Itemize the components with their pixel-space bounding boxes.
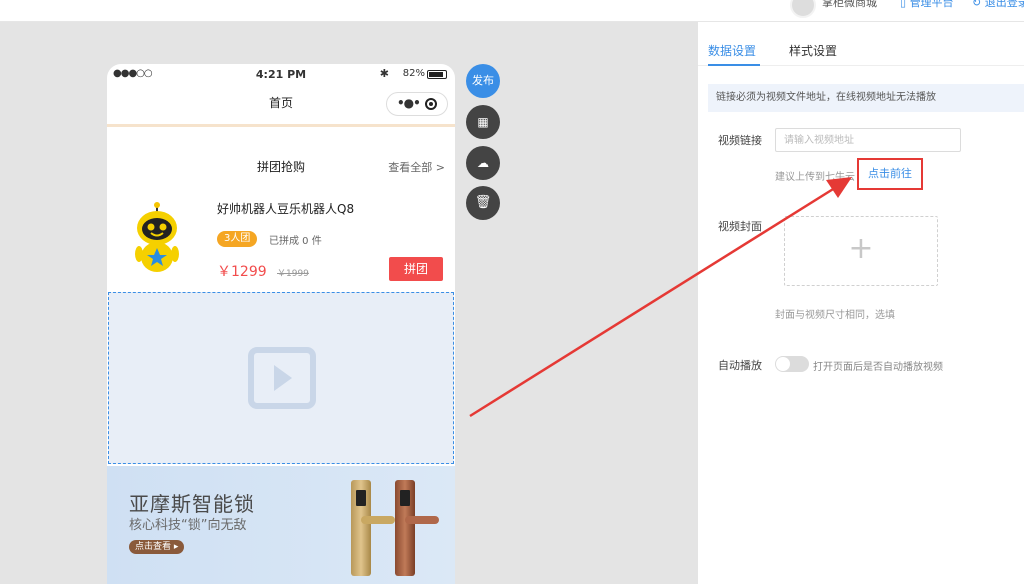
grid-icon[interactable]: ▦: [466, 105, 500, 139]
group-buy-header: 拼团抢购 查看全部 >: [107, 156, 455, 176]
view-all-link[interactable]: 查看全部 >: [388, 159, 445, 175]
top-bar: 掌柜微商城 ▯ 管理平台 ↻ 退出登录: [0, 0, 1024, 22]
lock-keypad: [400, 490, 410, 506]
logout-label: 退出登录: [984, 0, 1024, 9]
banner-cta-button[interactable]: 点击查看 ▸: [129, 540, 185, 554]
phone-nav-bar: 首页 •●•: [107, 86, 455, 122]
upload-hint: 建议上传到七牛云: [775, 172, 855, 183]
battery-icon: [427, 70, 447, 79]
video-component-placeholder[interactable]: [108, 292, 454, 464]
autoplay-hint: 打开页面后是否自动播放视频: [813, 362, 943, 373]
tab-data-settings[interactable]: 数据设置: [708, 42, 756, 59]
product-name[interactable]: 好帅机器人豆乐机器人Q8: [217, 200, 354, 217]
settings-panel: 数据设置 样式设置 链接必须为视频文件地址，在线视频地址无法播放 视频链接 建议…: [698, 22, 1024, 584]
publish-button[interactable]: 发布: [466, 64, 500, 98]
cloud-upload-icon[interactable]: ☁: [466, 146, 500, 180]
go-to-link-button[interactable]: 点击前往: [857, 158, 923, 190]
cover-upload-box[interactable]: +: [784, 216, 938, 286]
lock-handle: [405, 516, 439, 524]
settings-tabs: 数据设置 样式设置: [698, 22, 1024, 66]
cover-hint: 封面与视频尺寸相同，选填: [775, 310, 895, 321]
group-size-badge: 3人团: [217, 231, 258, 247]
autoplay-label: 自动播放: [718, 359, 762, 372]
video-link-label: 视频链接: [718, 134, 762, 147]
close-target-icon: [425, 98, 437, 110]
video-cover-label: 视频封面: [718, 220, 762, 233]
autoplay-toggle[interactable]: [775, 356, 809, 372]
status-bar: ●●●○○ 4:21 PM ✱ 82%: [107, 64, 455, 84]
bronze-lock-image: [395, 480, 439, 576]
product-price: ￥1299: [217, 264, 267, 280]
gold-lock-image: [351, 480, 395, 576]
nav-divider: [107, 124, 455, 127]
more-dots-icon: •●•: [397, 96, 421, 110]
battery-percent: 82%: [402, 68, 425, 79]
lock-keypad: [356, 490, 366, 506]
lock-handle: [361, 516, 395, 524]
username: 掌柜微商城: [822, 0, 877, 9]
active-tab-indicator: [708, 64, 760, 66]
trash-icon[interactable]: 🗑: [466, 186, 500, 220]
video-link-input[interactable]: [775, 128, 961, 152]
plus-icon: +: [848, 231, 874, 266]
banner-subtitle: 核心科技“锁”向无敌: [129, 518, 247, 533]
play-icon: [248, 347, 316, 409]
robot-product-image: [135, 202, 179, 272]
banner-title: 亚摩斯智能锁: [129, 492, 255, 516]
smart-lock-banner[interactable]: 亚摩斯智能锁 核心科技“锁”向无敌 点击查看 ▸: [107, 466, 455, 584]
group-buy-button[interactable]: 拼团: [389, 257, 443, 281]
mini-program-capsule[interactable]: •●•: [386, 92, 448, 116]
tab-style-settings[interactable]: 样式设置: [789, 42, 837, 59]
phone-preview: ●●●○○ 4:21 PM ✱ 82% 首页 •●• 拼团抢购 查看全部 > 好…: [107, 64, 455, 584]
logout-link[interactable]: ↻ 退出登录: [972, 0, 1024, 10]
avatar[interactable]: [790, 0, 816, 18]
admin-platform-link[interactable]: ▯ 管理平台: [900, 0, 954, 10]
admin-platform-label: 管理平台: [909, 0, 954, 9]
bluetooth-icon: ✱: [379, 67, 389, 80]
product-original-price: ￥1999: [277, 269, 309, 279]
sold-count: 已拼成 0 件: [269, 236, 322, 247]
video-link-notice: 链接必须为视频文件地址，在线视频地址无法播放: [708, 84, 1024, 112]
